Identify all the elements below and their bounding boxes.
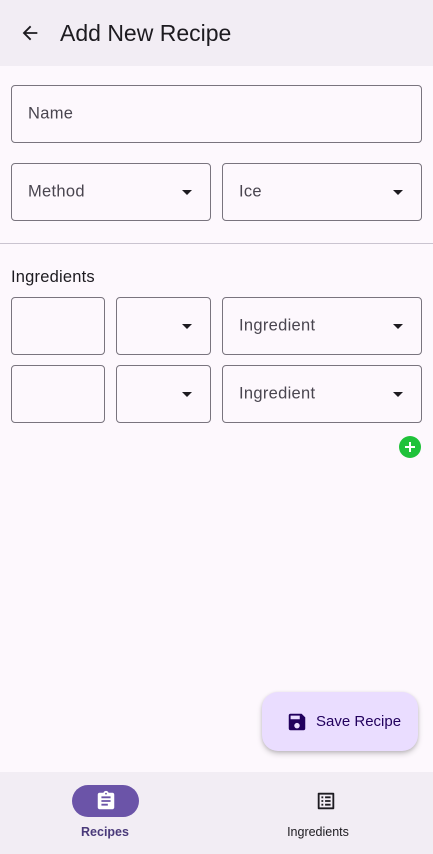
app-root: Add New Recipe Name Method Ice Ingredien… [0, 0, 433, 854]
back-button[interactable] [14, 17, 46, 49]
save-recipe-label: Save Recipe [316, 713, 402, 730]
list-icon [317, 792, 334, 810]
nav-label-ingredients: Ingredients [287, 825, 349, 839]
add-ingredient-button[interactable] [399, 436, 421, 458]
dropdown-arrow-icon [182, 324, 192, 329]
name-field[interactable]: Name [11, 85, 422, 143]
dropdown-arrow-icon [182, 392, 192, 397]
ice-dropdown-value: Ice [239, 182, 262, 201]
nav-item-ingredients[interactable]: Ingredients [217, 772, 433, 854]
ingredient-dropdown-label: Ingredient [239, 316, 316, 335]
arrow-back-icon [22, 25, 38, 41]
unit-dropdown[interactable] [116, 297, 211, 355]
method-dropdown[interactable]: Method [11, 163, 211, 221]
dropdown-arrow-icon [182, 190, 192, 195]
divider [0, 243, 433, 244]
ice-dropdown[interactable]: Ice [222, 163, 422, 221]
clipboard-icon [97, 790, 114, 810]
name-field-label: Name [28, 104, 74, 123]
active-indicator [72, 785, 139, 817]
ingredients-heading: Ingredients [11, 268, 95, 286]
bottom-navigation: Recipes Ingredients [0, 772, 433, 854]
amount-input[interactable] [11, 365, 105, 423]
method-dropdown-label: Method [28, 182, 85, 201]
ingredient-dropdown[interactable]: Ingredient [222, 297, 422, 355]
unit-dropdown[interactable] [116, 365, 211, 423]
dropdown-arrow-icon [393, 324, 403, 329]
top-app-bar: Add New Recipe [0, 0, 433, 66]
dropdown-arrow-icon [393, 392, 403, 397]
nav-icon-container [292, 785, 359, 817]
save-recipe-button[interactable]: Save Recipe [262, 692, 418, 751]
page-title: Add New Recipe [60, 20, 232, 46]
ingredient-dropdown-label: Ingredient [239, 384, 316, 403]
save-icon [288, 713, 306, 731]
ingredient-dropdown[interactable]: Ingredient [222, 365, 422, 423]
nav-item-recipes[interactable]: Recipes [0, 772, 216, 854]
add-circle-icon [405, 442, 415, 452]
amount-input[interactable] [11, 297, 105, 355]
dropdown-arrow-icon [393, 190, 403, 195]
nav-label-recipes: Recipes [81, 825, 129, 839]
